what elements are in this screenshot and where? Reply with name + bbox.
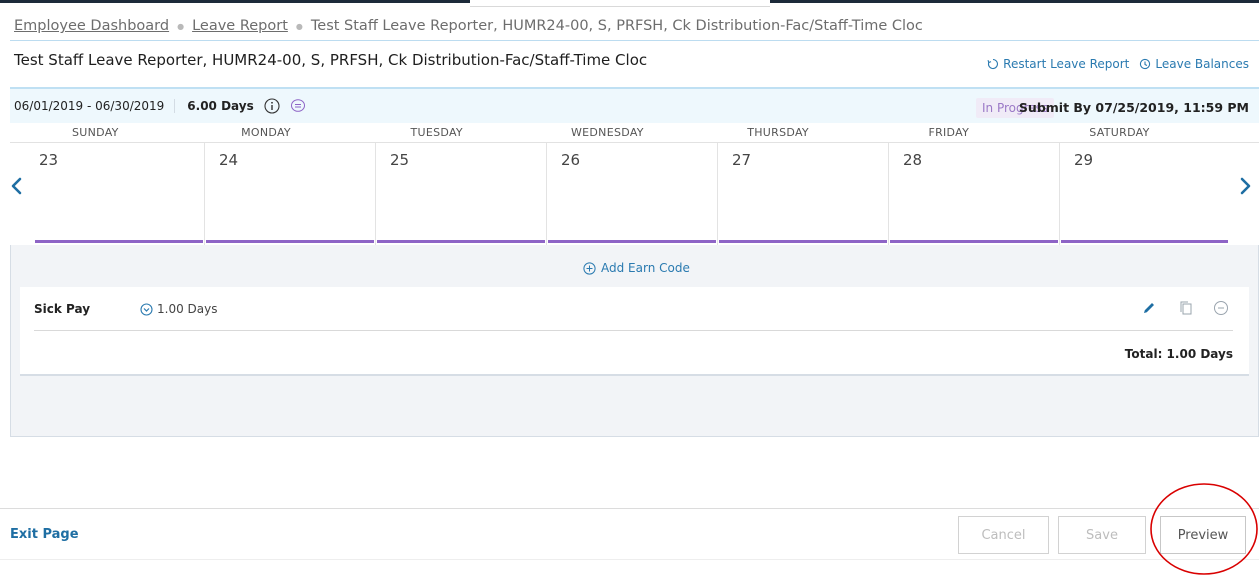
day-number: 25 (390, 151, 410, 169)
day-cell[interactable]: 26 (546, 143, 717, 245)
day-number: 29 (1074, 151, 1094, 169)
cancel-button[interactable]: Cancel (958, 516, 1049, 554)
leave-balances-link[interactable]: Leave Balances (1139, 57, 1249, 71)
weekday-sunday: SUNDAY (71, 126, 119, 139)
breadcrumb-leave-report[interactable]: Leave Report (192, 18, 288, 34)
day-number: 24 (219, 151, 239, 169)
day-number: 28 (903, 151, 923, 169)
restart-leave-report-label: Restart Leave Report (1003, 57, 1130, 71)
add-earn-code-label: Add Earn Code (601, 261, 690, 275)
page-title: Test Staff Leave Reporter, HUMR24-00, S,… (14, 51, 648, 69)
breadcrumb-current: Test Staff Leave Reporter, HUMR24-00, S,… (310, 18, 923, 34)
earn-total: Total: 1.00 Days (1124, 347, 1233, 361)
period-range: 06/01/2019 - 06/30/2019 (10, 99, 176, 113)
weekday-header: SUNDAY MONDAY TUESDAY WEDNESDAY THURSDAY… (10, 123, 1259, 143)
day-cell[interactable]: 29 (1059, 143, 1244, 245)
earn-code-amount-text: 1.00 Days (157, 302, 218, 316)
breadcrumb-employee-dashboard[interactable]: Employee Dashboard (14, 18, 169, 34)
week-calendar: 23 24 25 26 27 28 29 (10, 143, 1259, 245)
header-divider (10, 40, 1259, 41)
submit-by-deadline: Submit By 07/25/2019, 11:59 PM (1018, 100, 1249, 115)
previous-week-chevron-icon[interactable] (10, 176, 24, 196)
copy-icon[interactable] (1177, 299, 1195, 317)
day-status-bar (206, 240, 374, 243)
day-cell[interactable]: 24 (204, 143, 375, 245)
weekday-saturday: SATURDAY (1089, 126, 1150, 139)
day-cell[interactable]: 25 (375, 143, 546, 245)
preview-button[interactable]: Preview (1160, 516, 1246, 554)
earn-code-name: Sick Pay (34, 302, 91, 316)
earn-code-card: Sick Pay 1.00 Days Total: 1.00 Days (20, 287, 1249, 376)
add-earn-code-button[interactable]: Add Earn Code (583, 261, 690, 275)
save-button[interactable]: Save (1058, 516, 1146, 554)
breadcrumb-separator: ● (177, 21, 185, 31)
edit-pencil-icon[interactable] (1140, 299, 1158, 317)
day-status-bar (719, 240, 887, 243)
restart-leave-report-link[interactable]: Restart Leave Report (987, 57, 1129, 71)
day-cell[interactable]: 28 (888, 143, 1059, 245)
period-bar: 06/01/2019 - 06/30/2019 6.00 Days In Pro… (10, 87, 1259, 123)
day-status-bar (1061, 240, 1228, 243)
period-days: 6.00 Days (187, 99, 254, 113)
earn-card-divider (34, 330, 1233, 331)
top-strip (0, 0, 1259, 7)
day-status-bar (35, 240, 203, 243)
breadcrumb-separator: ● (295, 21, 303, 31)
day-status-bar (377, 240, 545, 243)
collapse-circle-icon[interactable] (140, 302, 153, 316)
weekday-wednesday: WEDNESDAY (570, 126, 644, 139)
add-circle-icon (583, 261, 596, 275)
day-number: 26 (561, 151, 581, 169)
weekday-monday: MONDAY (241, 126, 291, 139)
weekday-thursday: THURSDAY (747, 126, 809, 139)
day-cell[interactable]: 23 (10, 143, 204, 245)
next-week-chevron-icon[interactable] (1238, 176, 1252, 196)
balances-icon (1140, 58, 1151, 70)
day-number: 27 (732, 151, 752, 169)
breadcrumb: Employee Dashboard ● Leave Report ● Test… (14, 14, 923, 38)
weekday-friday: FRIDAY (928, 126, 970, 139)
day-status-bar (548, 240, 716, 243)
top-actions: Restart Leave Report Leave Balances (987, 57, 1249, 71)
day-status-bar (890, 240, 1058, 243)
comment-icon[interactable] (290, 98, 306, 114)
leave-balances-label: Leave Balances (1155, 57, 1249, 71)
remove-circle-icon[interactable] (1212, 299, 1230, 317)
day-number: 23 (39, 151, 59, 169)
page-footer: Exit Page Cancel Save Preview (0, 508, 1259, 560)
earn-code-amount: 1.00 Days (140, 302, 217, 316)
weekday-tuesday: TUESDAY (410, 126, 463, 139)
exit-page-link[interactable]: Exit Page (10, 527, 79, 542)
day-cell[interactable]: 27 (717, 143, 888, 245)
restart-icon (987, 58, 999, 70)
top-bar-gap (470, 0, 770, 7)
info-icon[interactable] (264, 98, 280, 114)
